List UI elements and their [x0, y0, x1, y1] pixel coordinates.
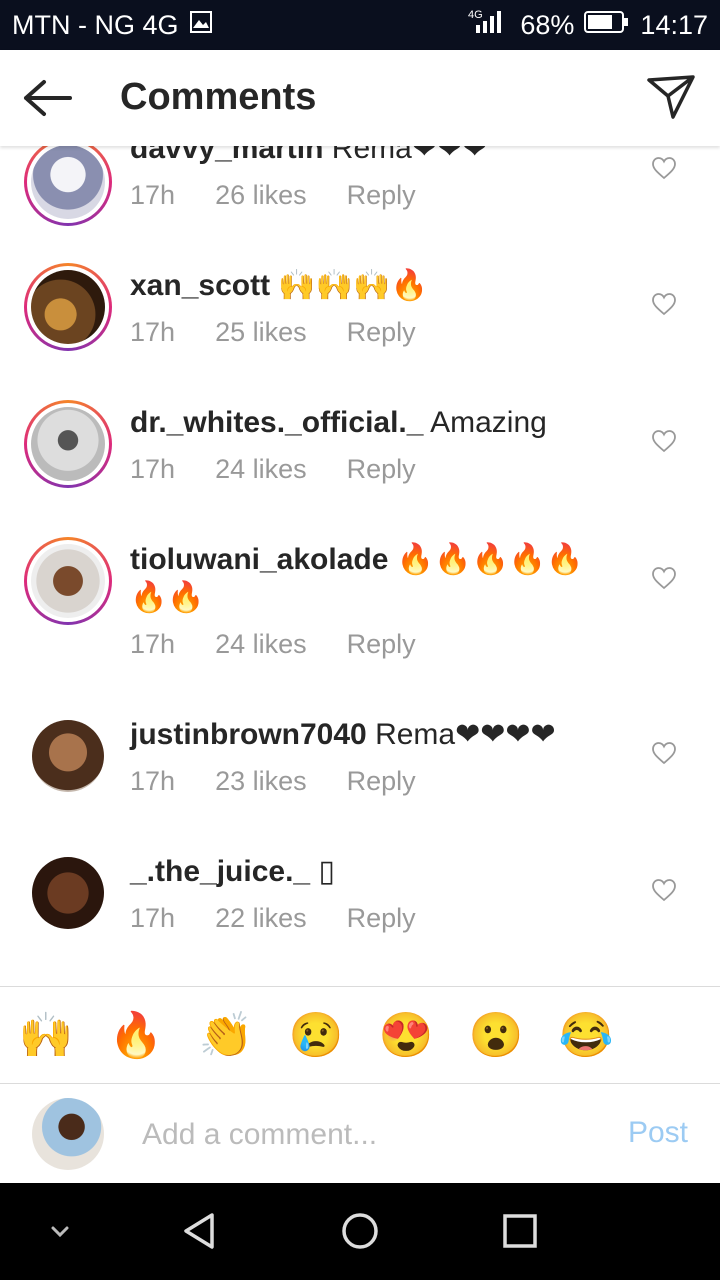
comment-text: justinbrown7040 Rema❤❤❤❤ — [130, 716, 600, 754]
comment-text: _.the_juice._ ▯ — [130, 853, 600, 891]
recents-square-icon — [503, 1214, 537, 1248]
comment-time: 17h — [130, 629, 176, 659]
back-triangle-icon — [184, 1213, 214, 1249]
heart-icon[interactable] — [651, 292, 677, 316]
home-circle-icon — [342, 1213, 378, 1249]
comments-list[interactable]: davvy_martin Rema❤❤❤ 17h 26 likes Reply … — [0, 146, 720, 986]
comment-likes[interactable]: 23 likes — [215, 766, 307, 797]
status-bar: MTN - NG 4G 4G 68% 14:17 — [0, 0, 720, 50]
nav-back-button[interactable] — [180, 1211, 220, 1251]
comment-time: 17h — [130, 180, 176, 210]
emoji-surprised[interactable]: 😮 — [469, 1009, 524, 1061]
comment-username[interactable]: tioluwani_akolade — [130, 543, 388, 576]
comment-input[interactable] — [140, 1114, 564, 1156]
comment-time: 17h — [130, 766, 176, 796]
back-button[interactable] — [22, 74, 74, 122]
comment-meta: 17h 22 likes Reply — [130, 903, 416, 934]
comment-meta: 17h 26 likes Reply — [130, 180, 416, 211]
heart-icon[interactable] — [651, 878, 677, 902]
comment-likes[interactable]: 25 likes — [215, 317, 307, 348]
reply-button[interactable]: Reply — [347, 180, 416, 211]
hide-keyboard-button[interactable] — [40, 1211, 80, 1251]
avatar — [31, 270, 105, 344]
comment-meta: 17h 24 likes Reply — [130, 454, 416, 485]
comment-likes[interactable]: 26 likes — [215, 180, 307, 211]
comment-time: 17h — [130, 903, 176, 933]
heart-icon[interactable] — [651, 741, 677, 765]
reply-button[interactable]: Reply — [347, 903, 416, 934]
avatar — [31, 407, 105, 481]
comment-username[interactable]: dr._whites._official._ — [130, 406, 423, 439]
battery-percent: 68% — [520, 9, 575, 40]
emoji-heart-eyes[interactable]: 😍 — [379, 1009, 434, 1061]
avatar-story-ring[interactable] — [24, 537, 112, 625]
comment-username[interactable]: davvy_martin — [130, 146, 323, 165]
avatar — [31, 146, 105, 219]
comment-text: davvy_martin Rema❤❤❤ — [130, 146, 600, 168]
heart-icon[interactable] — [651, 429, 677, 453]
comment-likes[interactable]: 24 likes — [215, 454, 307, 485]
current-user-avatar — [32, 1098, 104, 1170]
avatar-story-ring[interactable] — [24, 146, 112, 226]
nav-home-button[interactable] — [340, 1211, 380, 1251]
heart-icon[interactable] — [651, 566, 677, 590]
post-button[interactable]: Post — [628, 1116, 688, 1150]
gallery-notification-icon — [189, 10, 213, 41]
comment-body: 🙌🙌🙌🔥 — [278, 269, 428, 302]
reply-button[interactable]: Reply — [347, 766, 416, 797]
network-type-label: 4G — [468, 9, 483, 21]
comment-text: xan_scott 🙌🙌🙌🔥 — [130, 267, 600, 305]
comment-username[interactable]: justinbrown7040 — [130, 718, 367, 751]
emoji-raised-hands[interactable]: 🙌 — [19, 1009, 74, 1061]
reply-button[interactable]: Reply — [347, 629, 416, 660]
comment-body: Rema❤❤❤❤ — [375, 718, 556, 751]
comment-time: 17h — [130, 317, 176, 347]
signal-icon: 4G — [468, 7, 510, 44]
battery-icon — [584, 10, 630, 41]
header-bar: Comments — [0, 50, 720, 146]
avatar[interactable] — [32, 720, 104, 792]
clock: 14:17 — [640, 9, 708, 40]
comment-body: Rema❤❤❤ — [331, 146, 488, 165]
comment-likes[interactable]: 22 likes — [215, 903, 307, 934]
comment-composer: Post — [0, 1083, 720, 1184]
avatar-story-ring[interactable] — [24, 263, 112, 351]
reply-button[interactable]: Reply — [347, 317, 416, 348]
comment-username[interactable]: xan_scott — [130, 269, 270, 302]
comment-time: 17h — [130, 454, 176, 484]
back-arrow-icon — [24, 80, 72, 116]
nav-recents-button[interactable] — [500, 1211, 540, 1251]
comment-username[interactable]: _.the_juice._ — [130, 855, 310, 888]
comment-likes[interactable]: 24 likes — [215, 629, 307, 660]
carrier-label: MTN - NG 4G — [12, 9, 179, 40]
heart-icon[interactable] — [651, 156, 677, 180]
avatar-story-ring[interactable] — [24, 400, 112, 488]
share-button[interactable] — [646, 72, 696, 122]
avatar — [31, 544, 105, 618]
comment-meta: 17h 24 likes Reply — [130, 629, 416, 660]
system-nav-bar — [0, 1183, 720, 1280]
comment-body: Amazing — [430, 406, 547, 439]
paper-plane-icon — [647, 75, 695, 119]
comment-text: tioluwani_akolade 🔥🔥🔥🔥🔥🔥🔥 — [130, 541, 600, 617]
emoji-crying[interactable]: 😢 — [289, 1009, 344, 1061]
emoji-fire[interactable]: 🔥 — [109, 1009, 164, 1061]
reply-button[interactable]: Reply — [347, 454, 416, 485]
comment-meta: 17h 23 likes Reply — [130, 766, 416, 797]
emoji-laughing[interactable]: 😂 — [559, 1009, 614, 1061]
comment-meta: 17h 25 likes Reply — [130, 317, 416, 348]
chevron-down-icon — [51, 1226, 69, 1238]
emoji-clapping[interactable]: 👏 — [199, 1009, 254, 1061]
avatar[interactable] — [32, 857, 104, 929]
quick-emoji-bar: 🙌 🔥 👏 😢 😍 😮 😂 — [0, 986, 720, 1082]
comment-body: ▯ — [318, 855, 335, 888]
comment-text: dr._whites._official._ Amazing — [130, 404, 600, 442]
page-title: Comments — [120, 76, 317, 118]
